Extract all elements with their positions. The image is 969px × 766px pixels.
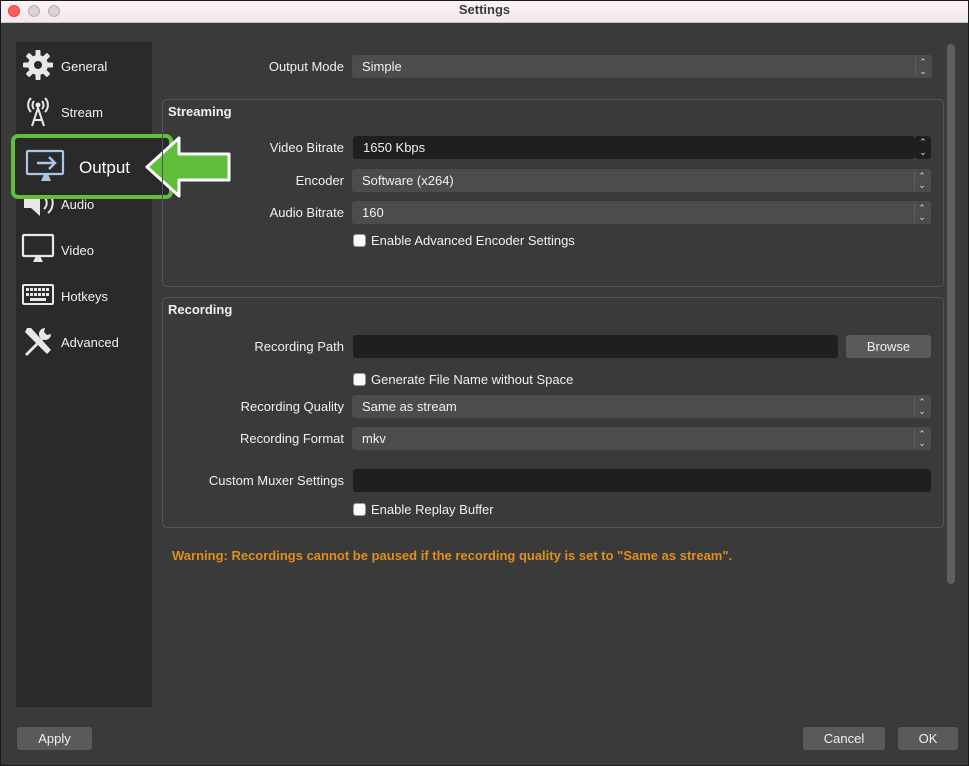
- recording-format-select[interactable]: mkv ⌃ ⌄: [352, 427, 931, 450]
- custom-muxer-label: Custom Muxer Settings: [208, 473, 344, 488]
- streaming-group: Streaming: [162, 99, 944, 287]
- encoder-value: Software (x264): [362, 173, 454, 188]
- sidebar-item-label: Video: [61, 243, 95, 258]
- warning-text: Warning: Recordings cannot be paused if …: [172, 548, 733, 563]
- custom-muxer-input[interactable]: [353, 469, 931, 492]
- monitor-icon: [21, 233, 55, 262]
- advanced-encoder-label: Enable Advanced Encoder Settings: [371, 233, 575, 248]
- updown-icon: ⌃ ⌄: [914, 171, 929, 190]
- sidebar-item-label: Advanced: [61, 335, 119, 350]
- window-title: Settings: [458, 2, 511, 17]
- sidebar-item-label: Output: [79, 158, 131, 177]
- broadcast-antenna-icon: [27, 97, 49, 127]
- output-mode-label: Output Mode: [268, 59, 344, 74]
- audio-bitrate-label: Audio Bitrate: [269, 205, 344, 220]
- ok-button[interactable]: OK: [898, 727, 958, 750]
- output-monitor-arrow-icon: [25, 149, 65, 181]
- title-bar: Settings: [1, 1, 968, 23]
- updown-icon: ⌃ ⌄: [914, 203, 929, 222]
- sidebar-item-stream[interactable]: Stream: [16, 92, 152, 132]
- recording-quality-label: Recording Quality: [240, 399, 344, 414]
- updown-icon: ⌃ ⌄: [914, 429, 929, 448]
- sidebar-item-label: General: [61, 59, 108, 74]
- encoder-select[interactable]: Software (x264) ⌃ ⌄: [352, 169, 931, 192]
- checkbox-box[interactable]: [353, 234, 366, 247]
- sidebar-item-advanced[interactable]: Advanced: [16, 322, 152, 362]
- video-bitrate-label: Video Bitrate: [269, 140, 344, 155]
- recording-path-label: Recording Path: [254, 339, 344, 354]
- apply-button[interactable]: Apply: [17, 727, 92, 750]
- replay-buffer-label: Enable Replay Buffer: [371, 502, 494, 517]
- updown-icon: ⌃ ⌄: [915, 57, 930, 76]
- updown-icon: ⌃ ⌄: [914, 397, 929, 416]
- gear-icon: [23, 50, 53, 80]
- checkbox-box[interactable]: [353, 373, 366, 386]
- sidebar-item-label: Hotkeys: [61, 289, 108, 304]
- audio-bitrate-select[interactable]: 160 ⌃ ⌄: [352, 201, 931, 224]
- checkbox-box[interactable]: [353, 503, 366, 516]
- encoder-label: Encoder: [295, 173, 344, 188]
- recording-quality-value: Same as stream: [362, 399, 457, 414]
- vertical-scrollbar[interactable]: [947, 44, 955, 584]
- sidebar-item-label: Stream: [61, 105, 103, 120]
- recording-path-input[interactable]: [353, 335, 838, 358]
- output-mode-value: Simple: [362, 59, 402, 74]
- streaming-group-title: Streaming: [168, 104, 232, 119]
- recording-quality-select[interactable]: Same as stream ⌃ ⌄: [352, 395, 931, 418]
- audio-bitrate-value: 160: [362, 205, 384, 220]
- recording-format-value: mkv: [362, 431, 386, 446]
- video-bitrate-value: 1650 Kbps: [363, 140, 426, 155]
- recording-group-title: Recording: [168, 302, 233, 317]
- output-mode-select[interactable]: Simple ⌃ ⌄: [352, 55, 932, 78]
- sidebar-item-general[interactable]: General: [16, 46, 152, 86]
- cancel-button[interactable]: Cancel: [803, 727, 885, 750]
- recording-format-label: Recording Format: [239, 431, 344, 446]
- video-bitrate-input[interactable]: 1650 Kbps: [353, 136, 915, 159]
- tools-icon: [25, 328, 51, 356]
- no-space-label: Generate File Name without Space: [371, 372, 574, 387]
- keyboard-icon: [22, 284, 54, 305]
- video-bitrate-stepper[interactable]: ⌃ ⌄: [915, 136, 931, 159]
- sidebar-item-label: Audio: [61, 197, 95, 212]
- sidebar-item-hotkeys[interactable]: Hotkeys: [16, 276, 152, 316]
- browse-button[interactable]: Browse: [846, 335, 931, 358]
- sidebar-item-video[interactable]: Video: [16, 230, 152, 270]
- settings-window: Settings General Stream Audio Video Hotk…: [0, 0, 969, 766]
